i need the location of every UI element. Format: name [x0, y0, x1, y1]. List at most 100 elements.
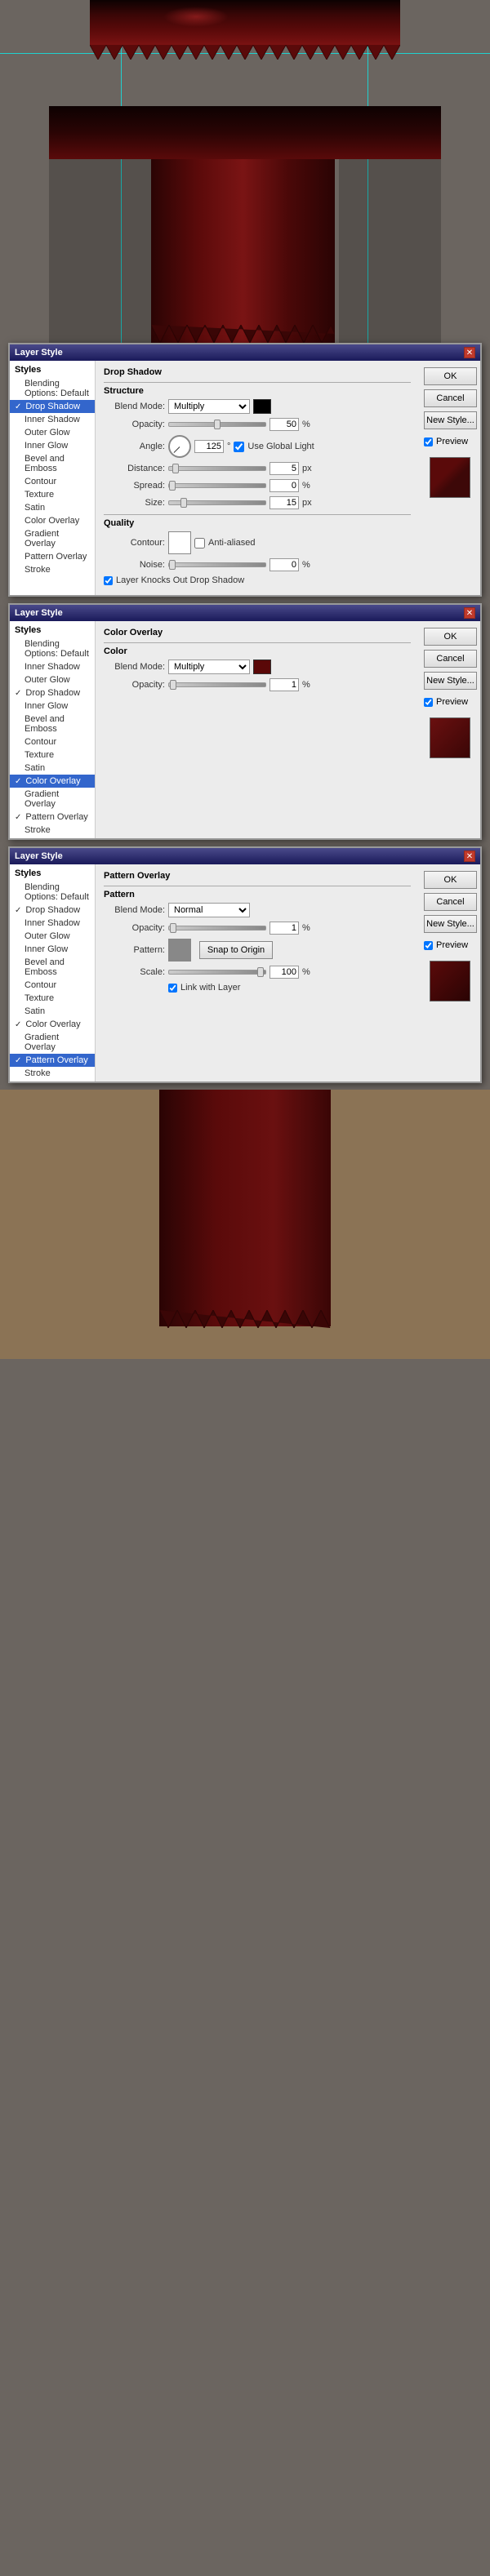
dialog1-distance-thumb[interactable]: [172, 464, 179, 473]
dialog3-scale-slider[interactable]: [168, 970, 266, 975]
style-item-contour[interactable]: Contour: [10, 475, 95, 488]
dialog1-angle-input[interactable]: [194, 440, 224, 453]
dialog3-preview-check[interactable]: [424, 941, 433, 950]
dialog1-cancel-button[interactable]: Cancel: [424, 389, 477, 407]
d2-style-blending[interactable]: Blending Options: Default: [10, 637, 95, 660]
style-item-outer-glow[interactable]: Outer Glow: [10, 426, 95, 439]
dialog3-scale-input[interactable]: [270, 966, 299, 979]
dialog1-global-light-check[interactable]: [234, 442, 244, 452]
dialog1-preview-check[interactable]: [424, 437, 433, 446]
dialog1-new-style-button[interactable]: New Style...: [424, 411, 477, 429]
dialog1-blend-select[interactable]: Multiply Normal Screen: [168, 399, 250, 414]
dialog3-close-button[interactable]: ✕: [464, 851, 475, 862]
dialog1-spread-slider[interactable]: [168, 483, 266, 488]
d3-style-drop-shadow[interactable]: Drop Shadow: [10, 904, 95, 917]
d2-style-color-overlay[interactable]: Color Overlay: [10, 775, 95, 788]
style-item-satin[interactable]: Satin: [10, 501, 95, 514]
dialog2-blend-select[interactable]: Multiply Normal: [168, 660, 250, 674]
d2-style-outer-glow[interactable]: Outer Glow: [10, 673, 95, 686]
dialog3-opacity-input[interactable]: [270, 922, 299, 935]
dialog1-spread-thumb[interactable]: [169, 481, 176, 491]
d2-style-bevel[interactable]: Bevel and Emboss: [10, 713, 95, 735]
dialog1-layer-knocks-check[interactable]: [104, 576, 113, 585]
d2-style-stroke[interactable]: Stroke: [10, 824, 95, 837]
d3-style-pattern-overlay[interactable]: Pattern Overlay: [10, 1054, 95, 1067]
style-item-stroke[interactable]: Stroke: [10, 563, 95, 576]
dialog1-opacity-input[interactable]: [270, 418, 299, 431]
style-item-gradient-overlay[interactable]: Gradient Overlay: [10, 527, 95, 550]
dialog2-color-box[interactable]: [253, 660, 271, 674]
style-item-pattern-overlay[interactable]: Pattern Overlay: [10, 550, 95, 563]
dialog1-blend-row: Blend Mode: Multiply Normal Screen: [104, 399, 411, 414]
style-item-bevel-emboss[interactable]: Bevel and Emboss: [10, 452, 95, 475]
style-item-blending[interactable]: Blending Options: Default: [10, 377, 95, 400]
d3-style-gradient[interactable]: Gradient Overlay: [10, 1031, 95, 1054]
d3-style-stroke[interactable]: Stroke: [10, 1067, 95, 1080]
d2-style-contour[interactable]: Contour: [10, 735, 95, 748]
dialog3-pattern-preview[interactable]: [168, 939, 191, 962]
style-item-inner-glow[interactable]: Inner Glow: [10, 439, 95, 452]
dialog1-blend-color[interactable]: [253, 399, 271, 414]
dialog1-size-slider[interactable]: [168, 500, 266, 505]
style-item-texture[interactable]: Texture: [10, 488, 95, 501]
d3-style-satin[interactable]: Satin: [10, 1005, 95, 1018]
dialog2-cancel-button[interactable]: Cancel: [424, 650, 477, 668]
dialog1-size-thumb[interactable]: [180, 498, 187, 508]
dialog3-opacity-slider[interactable]: [168, 926, 266, 930]
dialog1-close-button[interactable]: ✕: [464, 347, 475, 358]
dialog2-blend-label: Blend Mode:: [104, 662, 165, 672]
style-item-inner-shadow[interactable]: Inner Shadow: [10, 413, 95, 426]
dialog1-distance-slider[interactable]: [168, 466, 266, 471]
d2-style-gradient[interactable]: Gradient Overlay: [10, 788, 95, 811]
dialog3-new-style-button[interactable]: New Style...: [424, 915, 477, 933]
dialog3-link-row: Link with Layer: [104, 983, 411, 993]
dialog2-ok-button[interactable]: OK: [424, 628, 477, 646]
dialog2-opacity-slider[interactable]: [168, 682, 266, 687]
dialog3-opacity-thumb[interactable]: [170, 923, 176, 933]
dialog2-preview-check[interactable]: [424, 698, 433, 707]
d2-style-satin[interactable]: Satin: [10, 762, 95, 775]
d2-style-inner-glow[interactable]: Inner Glow: [10, 700, 95, 713]
style-item-drop-shadow[interactable]: Drop Shadow: [10, 400, 95, 413]
dialog1-contour-preview[interactable]: [168, 531, 191, 554]
d3-style-bevel[interactable]: Bevel and Emboss: [10, 956, 95, 979]
dialog3-ok-button[interactable]: OK: [424, 871, 477, 889]
d3-style-texture[interactable]: Texture: [10, 992, 95, 1005]
dialog3-pattern-label: Pattern:: [104, 945, 165, 955]
d2-style-drop-shadow[interactable]: Drop Shadow: [10, 686, 95, 700]
d3-style-outer-glow[interactable]: Outer Glow: [10, 930, 95, 943]
dialog1-ok-button[interactable]: OK: [424, 367, 477, 385]
dialog3-scale-thumb[interactable]: [257, 967, 264, 977]
dialog2-close-button[interactable]: ✕: [464, 607, 475, 619]
dialog1-opacity-thumb[interactable]: [214, 420, 220, 429]
d3-style-inner-shadow[interactable]: Inner Shadow: [10, 917, 95, 930]
dialog2-opacity-input[interactable]: [270, 678, 299, 691]
dialog2-opacity-thumb[interactable]: [170, 680, 176, 690]
dialog1-structure-label: Structure: [104, 382, 411, 396]
dialog1-antialias-check[interactable]: [194, 538, 205, 549]
dialog1-noise-thumb[interactable]: [169, 560, 176, 570]
dialog2-styles-sidebar: Styles Blending Options: Default Inner S…: [10, 621, 96, 838]
d3-style-color-overlay[interactable]: Color Overlay: [10, 1018, 95, 1031]
dialog1-opacity-slider[interactable]: [168, 422, 266, 427]
dialog1-noise-input[interactable]: [270, 558, 299, 571]
dialog3-blend-select[interactable]: Normal Multiply: [168, 903, 250, 917]
dialog1-size-input[interactable]: [270, 496, 299, 509]
dialog1-spread-input[interactable]: [270, 479, 299, 492]
style-item-color-overlay[interactable]: Color Overlay: [10, 514, 95, 527]
d2-style-pattern[interactable]: Pattern Overlay: [10, 811, 95, 824]
dialog3-snap-button[interactable]: Snap to Origin: [199, 941, 273, 959]
dialog1-angle-dial[interactable]: [168, 435, 191, 458]
dialog2-new-style-button[interactable]: New Style...: [424, 672, 477, 690]
dialog3-link-check[interactable]: [168, 984, 177, 993]
d2-style-texture[interactable]: Texture: [10, 748, 95, 762]
dialog3-cancel-button[interactable]: Cancel: [424, 893, 477, 911]
d3-style-blending[interactable]: Blending Options: Default: [10, 881, 95, 904]
d3-style-inner-glow[interactable]: Inner Glow: [10, 943, 95, 956]
dialog1-distance-input[interactable]: [270, 462, 299, 475]
dialog1-styles-sidebar: Styles Blending Options: Default Drop Sh…: [10, 361, 96, 595]
dialog1-styles-header: Styles: [10, 362, 95, 377]
dialog1-noise-slider[interactable]: [168, 562, 266, 567]
d2-style-inner-shadow[interactable]: Inner Shadow: [10, 660, 95, 673]
d3-style-contour[interactable]: Contour: [10, 979, 95, 992]
